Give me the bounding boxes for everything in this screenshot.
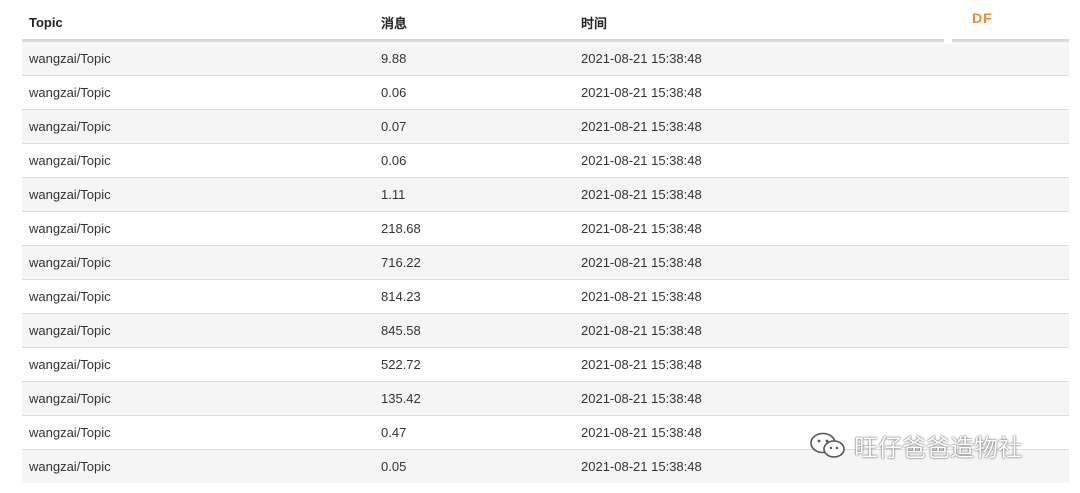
cell-message: 814.23 (381, 289, 421, 304)
cell-time: 2021-08-21 15:38:48 (581, 51, 702, 66)
cell-time: 2021-08-21 15:38:48 (581, 119, 702, 134)
table-row[interactable]: wangzai/Topic 0.06 2021-08-21 15:38:48 (22, 143, 1069, 177)
cell-topic: wangzai/Topic (29, 391, 111, 406)
table-row[interactable]: wangzai/Topic 814.23 2021-08-21 15:38:48 (22, 279, 1069, 313)
table-row[interactable]: wangzai/Topic 1.11 2021-08-21 15:38:48 (22, 177, 1069, 211)
table-row[interactable]: wangzai/Topic 218.68 2021-08-21 15:38:48 (22, 211, 1069, 245)
cell-message: 0.47 (381, 425, 407, 440)
table-row[interactable]: wangzai/Topic 135.42 2021-08-21 15:38:48 (22, 381, 1069, 415)
cell-message: 0.05 (381, 459, 407, 474)
table-row[interactable]: wangzai/Topic 716.22 2021-08-21 15:38:48 (22, 245, 1069, 279)
brand-mark: DF (972, 10, 993, 26)
page: Topic 消息 时间 wangzai/Topic 9.88 2021-08-21 … (0, 0, 1080, 493)
cell-message: 9.88 (381, 51, 407, 66)
messages-table: Topic 消息 时间 wangzai/Topic 9.88 2021-08-21 … (22, 6, 1069, 483)
cell-message: 0.06 (381, 85, 407, 100)
table-row[interactable]: wangzai/Topic 0.06 2021-08-21 15:38:48 (22, 75, 1069, 109)
cell-message: 845.58 (381, 323, 421, 338)
wechat-icon (808, 431, 848, 461)
cell-time: 2021-08-21 15:38:48 (581, 187, 702, 202)
column-header-time[interactable]: 时间 (574, 13, 944, 32)
table-header-row: Topic 消息 时间 (22, 6, 1069, 41)
column-header-message[interactable]: 消息 (374, 13, 574, 32)
cell-message: 0.06 (381, 153, 407, 168)
cell-topic: wangzai/Topic (29, 425, 111, 440)
watermark-text: 旺仔爸爸造物社 (854, 435, 1022, 462)
cell-topic: wangzai/Topic (29, 51, 111, 66)
cell-time: 2021-08-21 15:38:48 (581, 323, 702, 338)
cell-time: 2021-08-21 15:38:48 (581, 391, 702, 406)
table-row[interactable]: wangzai/Topic 0.07 2021-08-21 15:38:48 (22, 109, 1069, 143)
table-row[interactable]: wangzai/Topic 9.88 2021-08-21 15:38:48 (22, 41, 1069, 75)
cell-time: 2021-08-21 15:38:48 (581, 85, 702, 100)
cell-topic: wangzai/Topic (29, 221, 111, 236)
cell-topic: wangzai/Topic (29, 357, 111, 372)
table-row[interactable]: wangzai/Topic 522.72 2021-08-21 15:38:48 (22, 347, 1069, 381)
cell-message: 716.22 (381, 255, 421, 270)
cell-topic: wangzai/Topic (29, 459, 111, 474)
cell-message: 135.42 (381, 391, 421, 406)
header-gap (944, 6, 952, 44)
cell-time: 2021-08-21 15:38:48 (581, 289, 702, 304)
cell-message: 1.11 (381, 187, 406, 202)
cell-topic: wangzai/Topic (29, 289, 111, 304)
cell-topic: wangzai/Topic (29, 323, 111, 338)
cell-topic: wangzai/Topic (29, 119, 111, 134)
cell-topic: wangzai/Topic (29, 255, 111, 270)
cell-message: 218.68 (381, 221, 421, 236)
cell-time: 2021-08-21 15:38:48 (581, 221, 702, 236)
cell-time: 2021-08-21 15:38:48 (581, 255, 702, 270)
cell-time: 2021-08-21 15:38:48 (581, 357, 702, 372)
cell-message: 0.07 (381, 119, 407, 134)
cell-time: 2021-08-21 15:38:48 (581, 153, 702, 168)
cell-topic: wangzai/Topic (29, 85, 111, 100)
cell-topic: wangzai/Topic (29, 153, 111, 168)
cell-message: 522.72 (381, 357, 421, 372)
table-body: wangzai/Topic 9.88 2021-08-21 15:38:48 wang… (22, 41, 1069, 483)
column-header-topic[interactable]: Topic (22, 15, 374, 30)
cell-topic: wangzai/Topic (29, 187, 111, 202)
watermark: 旺仔爸爸造物社 (808, 428, 1022, 463)
table-row[interactable]: wangzai/Topic 845.58 2021-08-21 15:38:48 (22, 313, 1069, 347)
